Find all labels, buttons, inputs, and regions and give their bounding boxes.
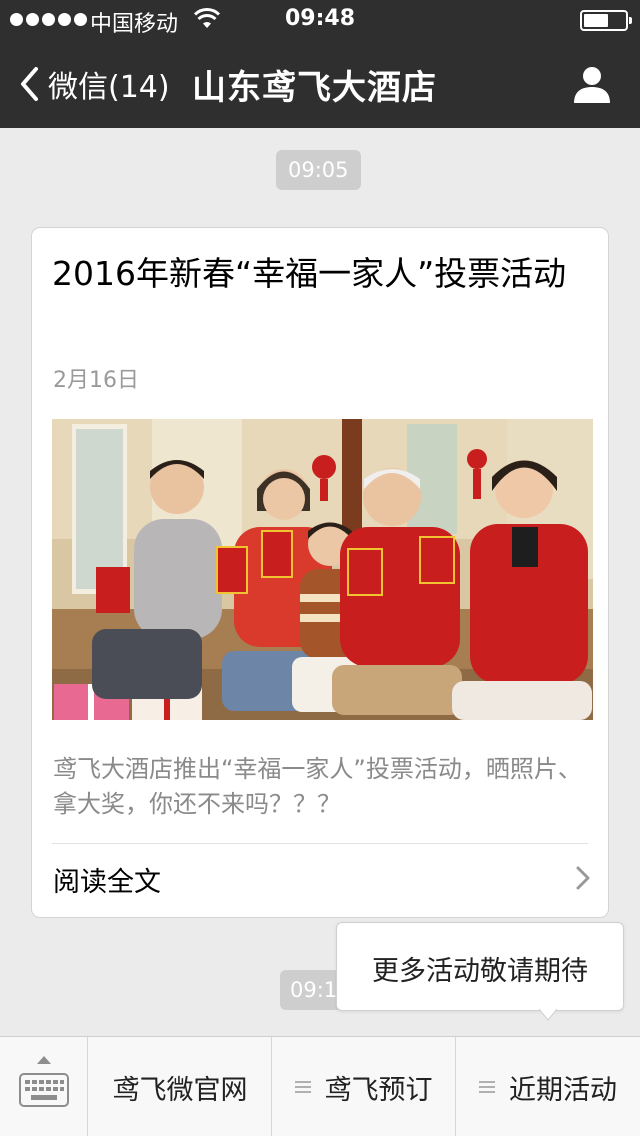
read-more-label: 阅读全文: [53, 867, 161, 898]
battery-icon: [580, 10, 632, 31]
status-bar: 中国移动 09:48: [0, 0, 640, 40]
back-button[interactable]: 微信(14): [18, 62, 170, 106]
menu-item-recent-events[interactable]: 近期活动: [456, 1037, 640, 1136]
bottom-menu-bar: 鸢飞微官网 鸢飞预订 近期活动: [0, 1036, 640, 1136]
article-card[interactable]: 2016年新春“幸福一家人”投票活动 2月16日 鸢飞大酒店推出“幸福一家人”投…: [31, 227, 609, 918]
menu-item-label: 近期活动: [509, 1074, 617, 1106]
message-timestamp: 09:05: [276, 150, 361, 190]
status-time: 09:48: [284, 6, 356, 31]
article-summary: 鸢飞大酒店推出“幸福一家人”投票活动，晒照片、拿大奖，你还不来吗？？？: [53, 755, 582, 818]
popup-pointer: [539, 1009, 557, 1021]
keyboard-icon: [19, 1073, 69, 1107]
caret-up-icon: [37, 1056, 51, 1064]
page-title: 山东鸢飞大酒店: [192, 68, 437, 108]
menu-item-official-site[interactable]: 鸢飞微官网: [89, 1037, 271, 1136]
chevron-right-icon: [576, 866, 590, 890]
menu-item-booking[interactable]: 鸢飞预订: [272, 1037, 455, 1136]
back-label: 微信(14): [48, 70, 170, 105]
article-date: 2月16日: [53, 368, 139, 393]
hamburger-icon: [479, 1081, 495, 1093]
submenu-item-upcoming[interactable]: 更多活动敬请期待: [337, 949, 623, 988]
keyboard-toggle-button[interactable]: [0, 1037, 88, 1136]
family-photo-illustration: [52, 419, 593, 720]
menu-item-label: 鸢飞微官网: [112, 1074, 248, 1106]
article-headline[interactable]: 2016年新春“幸福一家人”投票活动: [52, 250, 592, 298]
person-icon[interactable]: [572, 64, 612, 104]
chevron-left-icon: [21, 67, 38, 101]
menu-item-label: 鸢飞预订: [324, 1074, 433, 1106]
submenu-popup: 更多活动敬请期待: [336, 922, 624, 1021]
article-cover-image[interactable]: [52, 419, 593, 720]
nav-bar: 微信(14) 山东鸢飞大酒店: [0, 40, 640, 128]
hamburger-icon: [294, 1081, 311, 1093]
